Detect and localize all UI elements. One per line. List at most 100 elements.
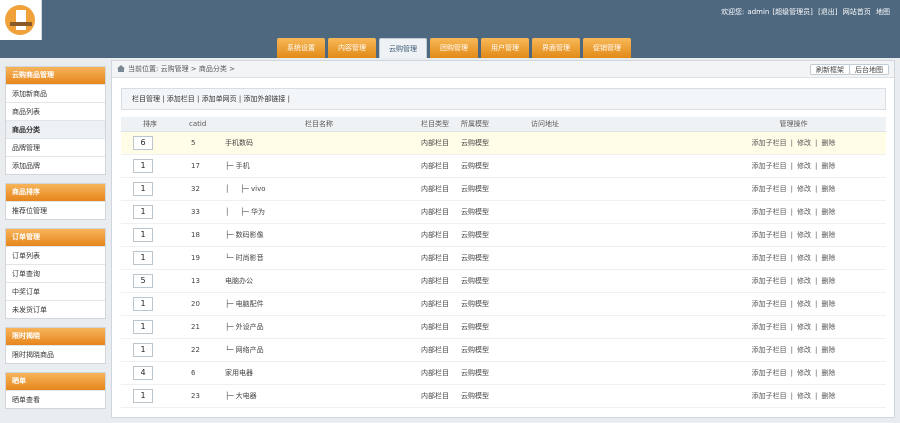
delete-link[interactable]: 删除 [821,277,835,285]
edit-link[interactable]: 修改 [797,369,811,377]
add-child-link[interactable]: 添加子栏目 [752,277,787,285]
sort-cell: 1 [121,384,179,408]
action-separator: | [790,184,793,193]
action-separator: | [815,299,818,308]
add-child-link[interactable]: 添加子栏目 [752,208,787,216]
delete-link[interactable]: 删除 [821,162,835,170]
sort-order-input[interactable]: 1 [133,342,153,357]
action-separator: | [790,230,793,239]
add-child-link[interactable]: 添加子栏目 [752,392,787,400]
refresh-frame-button[interactable]: 刷新框架 [810,64,850,75]
category-name: ├─ 大电器 [225,384,421,408]
delete-link[interactable]: 删除 [821,346,835,354]
admin-map-button[interactable]: 后台地图 [849,64,889,75]
sort-order-input[interactable]: 1 [133,388,153,403]
edit-link[interactable]: 修改 [797,208,811,216]
sidebar-item[interactable]: 中奖订单 [6,282,105,300]
catid-cell: 17 [179,154,225,178]
delete-link[interactable]: 删除 [821,300,835,308]
logout-link[interactable]: [退出] [818,8,837,16]
sidebar-item[interactable]: 添加品牌 [6,156,105,174]
delete-link[interactable]: 删除 [821,139,835,147]
sidebar-group-title[interactable]: 晒单 [6,373,105,390]
sort-order-input[interactable]: 6 [133,135,153,150]
add-child-link[interactable]: 添加子栏目 [752,369,787,377]
sidebar-item[interactable]: 晒单查看 [6,390,105,408]
category-model: 云购模型 [461,154,531,178]
delete-link[interactable]: 删除 [821,369,835,377]
nav-tab[interactable]: 团购管理 [430,38,478,58]
sidebar-item[interactable]: 限时揭晓商品 [6,345,105,363]
sidebar-item[interactable]: 订单查询 [6,264,105,282]
action-separator: | [815,322,818,331]
sort-order-input[interactable]: 1 [133,296,153,311]
sort-order-input[interactable]: 1 [133,250,153,265]
map-link[interactable]: 地图 [876,8,890,16]
sort-order-input[interactable]: 1 [133,181,153,196]
edit-link[interactable]: 修改 [797,346,811,354]
edit-link[interactable]: 修改 [797,162,811,170]
add-child-link[interactable]: 添加子栏目 [752,185,787,193]
category-model: 云购模型 [461,384,531,408]
nav-tab[interactable]: 用户管理 [481,38,529,58]
sidebar-group-title[interactable]: 云购商品管理 [6,67,105,84]
add-child-link[interactable]: 添加子栏目 [752,346,787,354]
sidebar-item[interactable]: 推荐位管理 [6,201,105,219]
column-header: 排序 [121,117,179,132]
sidebar-item[interactable]: 订单列表 [6,246,105,264]
nav-tab[interactable]: 内容管理 [328,38,376,58]
sidebar-group-title[interactable]: 限时揭晓 [6,328,105,345]
edit-link[interactable]: 修改 [797,231,811,239]
edit-link[interactable]: 修改 [797,139,811,147]
action-separator: | [790,391,793,400]
nav-tab[interactable]: 界面管理 [532,38,580,58]
sidebar-item[interactable]: 商品列表 [6,102,105,120]
add-child-link[interactable]: 添加子栏目 [752,162,787,170]
sort-order-input[interactable]: 1 [133,158,153,173]
sidebar-group-title[interactable]: 商品排序 [6,184,105,201]
sort-order-input[interactable]: 1 [133,227,153,242]
sidebar-item[interactable]: 添加新商品 [6,84,105,102]
actions-cell: 添加子栏目 | 修改 | 删除 [701,338,886,362]
nav-tab[interactable]: 系统设置 [277,38,325,58]
sidebar-item[interactable]: 商品分类 [6,120,105,138]
add-child-link[interactable]: 添加子栏目 [752,231,787,239]
sort-order-input[interactable]: 4 [133,365,153,380]
delete-link[interactable]: 删除 [821,185,835,193]
edit-link[interactable]: 修改 [797,323,811,331]
site-home-link[interactable]: 网站首页 [843,8,871,16]
category-model: 云购模型 [461,292,531,316]
delete-link[interactable]: 删除 [821,208,835,216]
sidebar-group: 云购商品管理 添加新商品 商品列表 商品分类 品牌管理 添加品牌 [5,66,106,175]
action-separator: | [815,230,818,239]
sort-order-input[interactable]: 1 [133,319,153,334]
nav-tab[interactable]: 促销管理 [583,38,631,58]
sort-order-input[interactable]: 5 [133,273,153,288]
sidebar-item[interactable]: 未发货订单 [6,300,105,318]
action-separator: | [790,276,793,285]
breadcrumb-bar: 当前位置: 云购管理 > 商品分类 > 刷新框架 后台地图 [112,61,894,78]
table-row: 1 21 ├─ 外设产品 内部栏目 云购模型 添加子栏目 | 修改 | 删除 [121,315,886,339]
edit-link[interactable]: 修改 [797,185,811,193]
delete-link[interactable]: 删除 [821,392,835,400]
add-child-link[interactable]: 添加子栏目 [752,300,787,308]
access-url [531,177,701,201]
add-child-link[interactable]: 添加子栏目 [752,254,787,262]
sidebar-item[interactable]: 品牌管理 [6,138,105,156]
sort-order-input[interactable]: 1 [133,204,153,219]
actions-cell: 添加子栏目 | 修改 | 删除 [701,315,886,339]
edit-link[interactable]: 修改 [797,300,811,308]
edit-link[interactable]: 修改 [797,392,811,400]
access-url [531,315,701,339]
sub-nav[interactable]: 栏目管理 | 添加栏目 | 添加单网页 | 添加外部链接 | [121,88,886,110]
nav-tab[interactable]: 云购管理 [379,38,427,58]
delete-link[interactable]: 删除 [821,254,835,262]
edit-link[interactable]: 修改 [797,254,811,262]
delete-link[interactable]: 删除 [821,231,835,239]
add-child-link[interactable]: 添加子栏目 [752,323,787,331]
delete-link[interactable]: 删除 [821,323,835,331]
add-child-link[interactable]: 添加子栏目 [752,139,787,147]
edit-link[interactable]: 修改 [797,277,811,285]
sidebar-group-title[interactable]: 订单管理 [6,229,105,246]
sidebar-group: 限时揭晓 限时揭晓商品 [5,327,106,364]
